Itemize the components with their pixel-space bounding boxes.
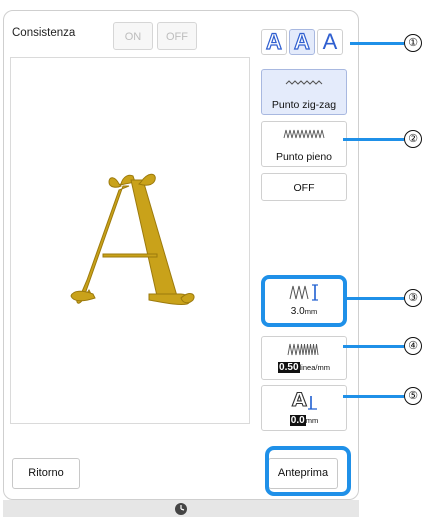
density-icon [287, 343, 319, 356]
callout-5: ⑤ [404, 387, 422, 405]
callout-4: ④ [404, 337, 422, 355]
pull-compensation-icon: A [291, 388, 317, 412]
clock-icon [175, 503, 187, 515]
callout-2: ② [404, 130, 422, 148]
callout-line-4 [343, 345, 404, 348]
stitch-off-button[interactable]: OFF [261, 173, 347, 201]
zigzag-stitch-label: Punto zig-zag [271, 99, 337, 111]
font-style-button-1[interactable]: A [261, 29, 287, 55]
font-style-button-3[interactable]: A [317, 29, 343, 55]
letter-preview [10, 57, 250, 424]
preview-button-highlight [265, 446, 351, 496]
embroidered-letter-a [70, 173, 195, 305]
right-panel: A A A Punto zig-zag Punto pieno OFF 3.0m… [254, 11, 358, 431]
satin-stitch-icon [283, 129, 325, 139]
zigzag-stitch-button[interactable]: Punto zig-zag [261, 69, 347, 115]
callout-line-1 [350, 42, 404, 45]
callout-3: ③ [404, 289, 422, 307]
callout-line-3 [347, 297, 404, 300]
consistenza-label: Consistenza [12, 27, 76, 39]
density-value: 0.50linea/mm [278, 362, 330, 373]
satin-stitch-label: Punto pieno [275, 151, 333, 163]
consistenza-off-button[interactable]: OFF [157, 22, 197, 50]
embroidery-screen: Consistenza ON OFF A A A Punto zig-zag P… [3, 10, 359, 500]
callout-line-2 [343, 138, 404, 141]
callout-1: ① [404, 34, 422, 52]
back-button[interactable]: Ritorno [12, 458, 80, 489]
svg-text:A: A [292, 389, 307, 410]
stitch-off-label: OFF [293, 182, 315, 194]
satin-stitch-button[interactable]: Punto pieno [261, 121, 347, 167]
zigzag-width-icon [289, 284, 318, 301]
density-setting-button[interactable]: 0.50linea/mm [261, 336, 347, 380]
consistenza-on-button[interactable]: ON [113, 22, 153, 50]
font-style-button-2[interactable]: A [289, 29, 315, 55]
callout-line-5 [343, 395, 404, 398]
width-value: 3.0mm [290, 306, 318, 317]
status-bar [3, 500, 359, 517]
top-bar: Consistenza ON OFF [4, 11, 252, 59]
width-setting-button[interactable]: 3.0mm [261, 275, 347, 327]
zigzag-stitch-icon [285, 80, 323, 85]
